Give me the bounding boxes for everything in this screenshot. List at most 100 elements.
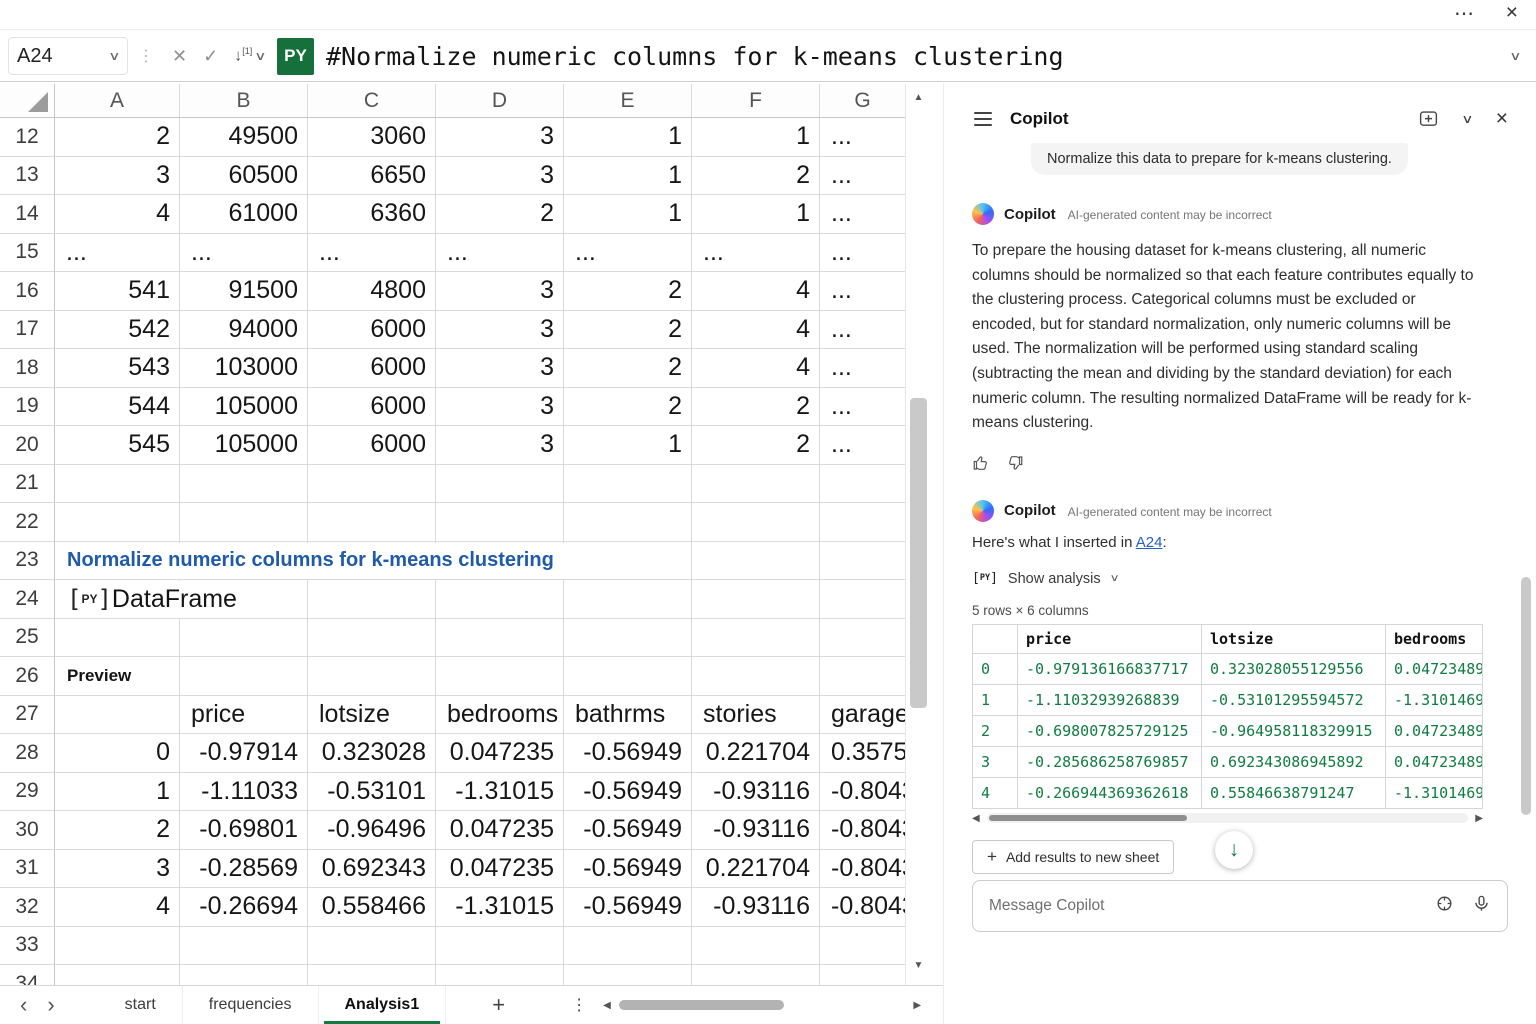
cell[interactable]: ... <box>820 195 905 234</box>
microphone-icon[interactable] <box>1472 894 1491 918</box>
cell[interactable]: 2 <box>692 157 820 196</box>
row-header-18[interactable]: 18 <box>0 349 55 388</box>
cell[interactable]: 2 <box>564 349 692 388</box>
cell[interactable]: -0.56949 <box>564 850 692 889</box>
scrollbar-track[interactable] <box>987 813 1469 823</box>
cell[interactable] <box>55 965 180 985</box>
cell[interactable] <box>820 619 905 658</box>
cell[interactable] <box>564 619 692 658</box>
cell[interactable]: 105000 <box>180 426 308 465</box>
cell[interactable]: 0.221704 <box>692 850 820 889</box>
cell[interactable]: 0.692343 <box>308 850 436 889</box>
cell[interactable]: 4 <box>55 195 180 234</box>
tools-icon[interactable] <box>1435 894 1454 918</box>
cell[interactable]: 0.221704 <box>692 734 820 773</box>
cancel-icon[interactable]: ✕ <box>172 46 187 67</box>
cell[interactable]: ... <box>820 118 905 157</box>
cell[interactable]: ... <box>820 157 905 196</box>
cell[interactable]: bedrooms <box>436 696 564 735</box>
cell-overflow-text[interactable]: Preview <box>56 658 147 695</box>
column-header-a[interactable]: A <box>55 84 180 117</box>
cell[interactable]: garagepl <box>820 696 905 735</box>
cell[interactable] <box>692 657 820 696</box>
cell[interactable]: ... <box>55 234 180 273</box>
cell[interactable] <box>820 542 905 581</box>
cell[interactable]: 6000 <box>308 388 436 427</box>
cell[interactable] <box>564 580 692 619</box>
cell[interactable]: -0.28569 <box>180 850 308 889</box>
cell-overflow-text[interactable]: Normalize numeric columns for k-means cl… <box>56 543 570 580</box>
cell[interactable]: 0.35751 <box>820 734 905 773</box>
cell[interactable]: ... <box>180 234 308 273</box>
sheet-options-icon[interactable]: ⋮ <box>571 995 587 1015</box>
cell[interactable] <box>180 927 308 966</box>
row-header-26[interactable]: 26 <box>0 657 55 696</box>
sheet-nav-right-icon[interactable]: › <box>47 994 54 1016</box>
message-input[interactable] <box>989 897 1417 915</box>
cell[interactable]: -0.56949 <box>564 811 692 850</box>
cell[interactable]: ... <box>820 388 905 427</box>
cell[interactable]: 61000 <box>180 195 308 234</box>
row-header-33[interactable]: 33 <box>0 927 55 966</box>
cell[interactable] <box>308 619 436 658</box>
cell[interactable] <box>436 965 564 985</box>
cell[interactable]: ... <box>820 426 905 465</box>
cell[interactable]: 3 <box>436 118 564 157</box>
cell[interactable] <box>436 580 564 619</box>
vertical-scrollbar-thumb[interactable] <box>910 398 927 708</box>
row-header-20[interactable]: 20 <box>0 426 55 465</box>
cell[interactable]: 545 <box>55 426 180 465</box>
cell[interactable]: ... <box>692 234 820 273</box>
cell[interactable] <box>564 927 692 966</box>
row-header-28[interactable]: 28 <box>0 734 55 773</box>
thumbs-down-icon[interactable] <box>1006 454 1024 472</box>
cell[interactable] <box>308 965 436 985</box>
cell[interactable]: lotsize <box>308 696 436 735</box>
cell[interactable]: 6000 <box>308 311 436 350</box>
cell[interactable]: ... <box>308 234 436 273</box>
cell[interactable] <box>308 503 436 542</box>
cell[interactable]: -0.8043 <box>820 773 905 812</box>
select-all-corner[interactable] <box>0 84 55 117</box>
cell[interactable] <box>55 619 180 658</box>
cell[interactable]: 4 <box>692 311 820 350</box>
cell[interactable]: -1.11033 <box>180 773 308 812</box>
name-box[interactable]: A24 ∨ <box>8 37 128 75</box>
cell[interactable]: 3 <box>436 426 564 465</box>
python-output-type-icon[interactable]: ↓[1] <box>234 46 252 65</box>
enter-icon[interactable]: ✓ <box>203 46 218 67</box>
cell[interactable] <box>692 465 820 504</box>
column-header-f[interactable]: F <box>692 84 820 117</box>
collapse-panel-icon[interactable]: ∨ <box>1461 112 1473 126</box>
chevron-down-icon[interactable]: ∨ <box>254 49 266 63</box>
menu-icon[interactable] <box>974 108 992 130</box>
window-more-icon[interactable]: ⋯ <box>1454 1 1474 26</box>
row-header-30[interactable]: 30 <box>0 811 55 850</box>
scroll-left-icon[interactable]: ◀ <box>972 813 980 824</box>
cell[interactable] <box>436 657 564 696</box>
cell[interactable] <box>308 657 436 696</box>
cell[interactable] <box>436 619 564 658</box>
cell[interactable]: stories <box>692 696 820 735</box>
cell[interactable]: -0.8043 <box>820 850 905 889</box>
cell[interactable]: 3 <box>436 272 564 311</box>
cell[interactable]: -0.93116 <box>692 811 820 850</box>
cell[interactable] <box>308 580 436 619</box>
row-header-16[interactable]: 16 <box>0 272 55 311</box>
row-header-29[interactable]: 29 <box>0 773 55 812</box>
cell[interactable]: -0.53101 <box>308 773 436 812</box>
scroll-left-icon[interactable]: ◀ <box>603 1000 611 1011</box>
cell[interactable]: -0.69801 <box>180 811 308 850</box>
cell[interactable]: 3060 <box>308 118 436 157</box>
row-header-31[interactable]: 31 <box>0 850 55 889</box>
cell[interactable]: 3 <box>55 850 180 889</box>
cell[interactable]: -0.93116 <box>692 773 820 812</box>
cell[interactable]: 103000 <box>180 349 308 388</box>
cell[interactable]: 3 <box>436 388 564 427</box>
cell[interactable]: 105000 <box>180 388 308 427</box>
row-header-25[interactable]: 25 <box>0 619 55 658</box>
cell[interactable]: 1 <box>692 118 820 157</box>
row-header-23[interactable]: 23 <box>0 542 55 581</box>
cell[interactable]: -0.8043 <box>820 888 905 927</box>
sheet-tab-start[interactable]: start <box>99 986 183 1024</box>
